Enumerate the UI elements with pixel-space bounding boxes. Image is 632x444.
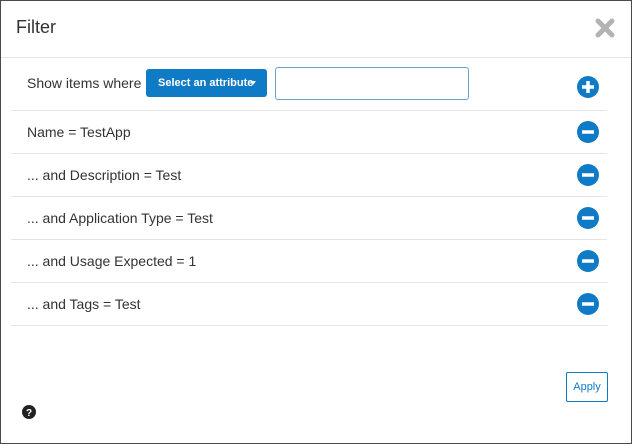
filter-text: ... and Application Type = Test (27, 210, 213, 226)
minus-circle-icon[interactable] (577, 121, 599, 143)
criteria-row: Show items where Select an attribute (11, 58, 607, 111)
filter-row-usage-expected: ... and Usage Expected = 1 (11, 240, 607, 283)
plus-circle-icon[interactable] (577, 76, 599, 98)
minus-circle-icon[interactable] (577, 293, 599, 315)
minus-circle-icon[interactable] (577, 164, 599, 186)
filter-row-tags: ... and Tags = Test (11, 283, 607, 326)
filter-text: ... and Description = Test (27, 167, 182, 183)
filter-text: ... and Tags = Test (27, 296, 141, 312)
minus-circle-icon[interactable] (577, 207, 599, 229)
filter-text: ... and Usage Expected = 1 (27, 253, 197, 269)
filter-row-name: Name = TestApp (11, 111, 607, 154)
svg-text:?: ? (26, 408, 32, 419)
select-attribute-button[interactable]: Select an attribute (146, 69, 267, 97)
filter-row-description: ... and Description = Test (11, 154, 607, 197)
minus-circle-icon[interactable] (577, 250, 599, 272)
apply-button[interactable]: Apply (566, 372, 608, 402)
show-items-label: Show items where (27, 75, 142, 91)
help-icon[interactable]: ? (22, 405, 36, 419)
filter-dialog: Filter Show items where Select an attrib… (0, 0, 632, 444)
close-icon[interactable] (595, 18, 615, 38)
filter-text: Name = TestApp (27, 124, 131, 140)
filter-row-application-type: ... and Application Type = Test (11, 197, 607, 240)
dialog-title: Filter (16, 17, 56, 37)
select-attribute-label: Select an attribute (158, 77, 254, 89)
dialog-header: Filter (1, 1, 631, 58)
filter-value-input[interactable] (275, 67, 469, 100)
caret-down-icon (250, 81, 256, 85)
